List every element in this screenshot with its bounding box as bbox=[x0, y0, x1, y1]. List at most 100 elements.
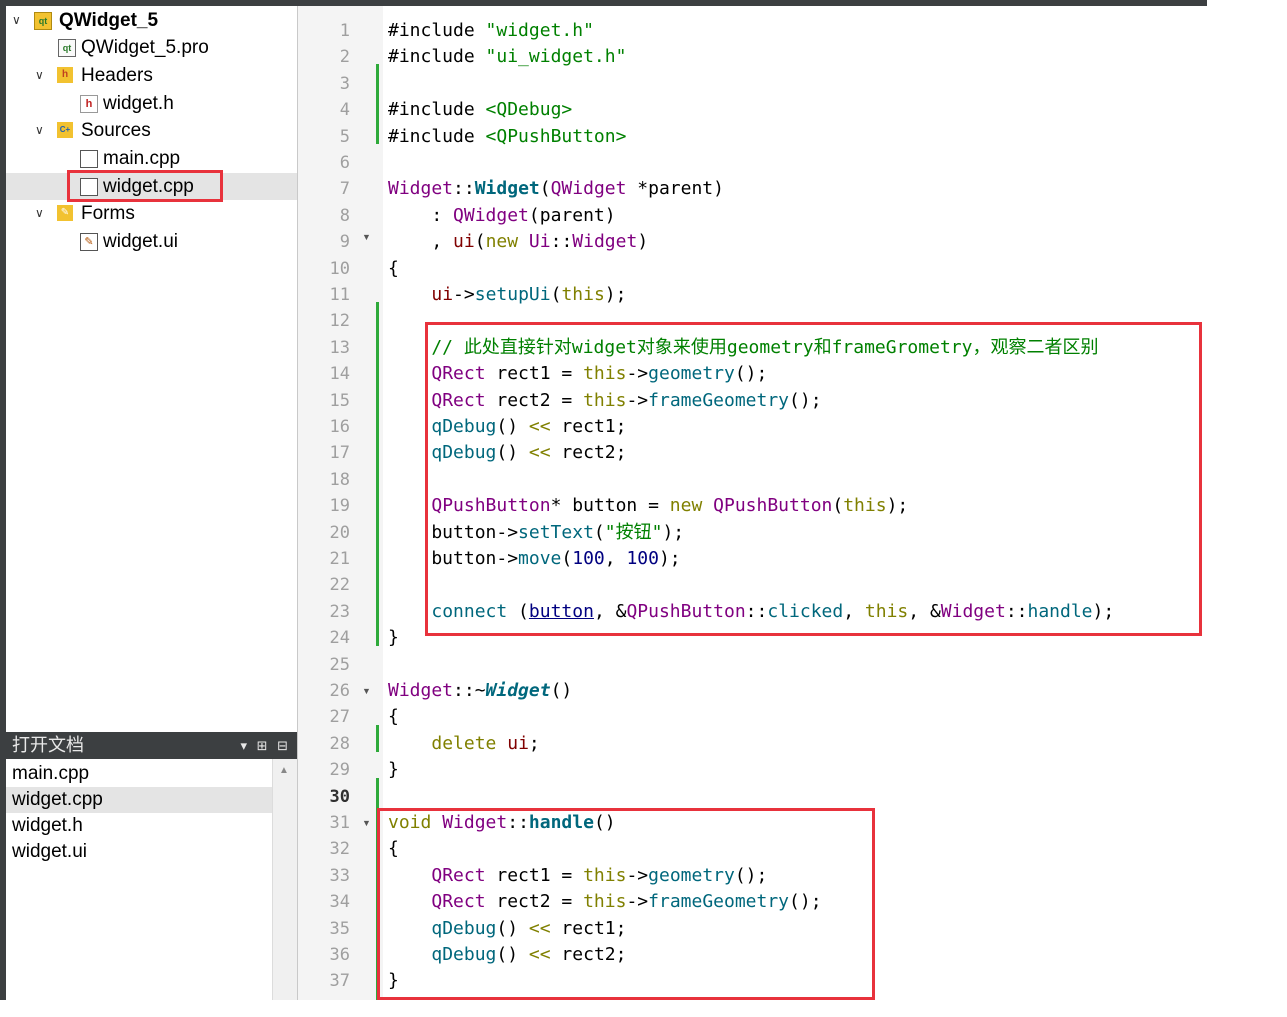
code-token: } bbox=[388, 627, 399, 649]
forms-folder-icon: ✎ bbox=[57, 205, 73, 221]
code-token: this bbox=[583, 864, 627, 886]
tree-item-widget-cpp[interactable]: widget.cpp bbox=[6, 173, 297, 200]
code-token: "按钮" bbox=[604, 521, 663, 543]
fold-arrow-icon[interactable]: ▼ bbox=[362, 818, 371, 828]
header-file-label: widget.h bbox=[103, 93, 174, 114]
tree-item-pro-file[interactable]: qt QWidget_5.pro bbox=[6, 34, 297, 61]
open-document-item[interactable]: main.cpp bbox=[6, 761, 272, 787]
modified-line-marker bbox=[376, 778, 379, 1000]
code-token: rect1; bbox=[550, 917, 627, 939]
code-token: , bbox=[604, 548, 627, 569]
code-token: #include bbox=[388, 125, 486, 147]
open-document-item[interactable]: widget.ui bbox=[6, 839, 272, 865]
code-token: connect bbox=[431, 600, 508, 622]
chevron-down-icon[interactable]: ∨ bbox=[35, 62, 44, 89]
line-number: 2 bbox=[339, 47, 350, 68]
tree-item-project[interactable]: ∨ qt QWidget_5 bbox=[6, 7, 297, 34]
code-line: QRect rect2 = this->frameGeometry(); bbox=[388, 388, 821, 414]
line-number: 17 bbox=[329, 443, 350, 464]
code-token: -> bbox=[453, 284, 475, 305]
code-token: button bbox=[528, 600, 594, 622]
line-number: 14 bbox=[329, 364, 350, 385]
code-token: rect1; bbox=[550, 416, 627, 437]
fold-arrow-icon[interactable]: ▼ bbox=[362, 686, 371, 696]
code-token: : bbox=[388, 204, 454, 226]
source-widget-label: widget.cpp bbox=[103, 176, 194, 197]
pro-file-icon: qt bbox=[58, 39, 76, 57]
code-token: qDebug bbox=[431, 442, 497, 464]
code-token: :: bbox=[507, 812, 529, 833]
code-token: ::~ bbox=[453, 680, 486, 701]
code-token: QPushButton bbox=[713, 495, 833, 517]
sources-folder-icon: C+ bbox=[57, 122, 73, 138]
code-token: QRect bbox=[431, 864, 486, 886]
line-number: 34 bbox=[329, 892, 350, 913]
code-token: () bbox=[593, 812, 616, 833]
code-token: :: bbox=[1005, 600, 1028, 622]
code-token: this bbox=[583, 363, 627, 385]
code-line: , ui(new Ui::Widget) bbox=[388, 229, 648, 255]
tree-item-forms[interactable]: ∨ ✎ Forms bbox=[6, 200, 297, 227]
chevron-down-icon[interactable]: ∨ bbox=[35, 200, 44, 227]
line-number: 30 bbox=[329, 786, 350, 807]
code-token: Widget bbox=[485, 680, 551, 701]
code-token: ( bbox=[474, 231, 486, 253]
code-token: setText bbox=[518, 521, 594, 543]
line-number-gutter: ▼ ▼ ▼ 1 2 3 4 5 6 7 8 9 10 11 12 13 14 15 16 17 18 19 20 21 2… bbox=[298, 6, 383, 1000]
code-token: (); bbox=[789, 891, 822, 913]
code-editor[interactable]: #include "widget.h" #include "ui_widget.h… bbox=[384, 6, 1207, 1000]
panel-controls[interactable]: ▾ ⊞ ⊟ bbox=[240, 732, 291, 759]
line-number: 4 bbox=[339, 100, 350, 121]
line-number: 13 bbox=[329, 337, 350, 358]
code-token: << bbox=[528, 416, 551, 437]
open-documents-title: 打开文档 bbox=[12, 735, 84, 755]
code-token: "ui_widget.h" bbox=[485, 46, 627, 68]
code-line: connect (button, &QPushButton::clicked, … bbox=[388, 599, 1114, 625]
code-token: this bbox=[843, 495, 887, 517]
tree-item-headers[interactable]: ∨ h Headers bbox=[6, 62, 297, 89]
code-line: void Widget::handle() bbox=[388, 810, 616, 836]
code-token: () bbox=[550, 680, 573, 701]
code-line: button->setText("按钮"); bbox=[388, 520, 684, 546]
open-document-item[interactable]: widget.cpp bbox=[6, 787, 272, 813]
code-token: { bbox=[388, 838, 399, 860]
code-line: qDebug() << rect2; bbox=[388, 440, 626, 466]
code-token: <QDebug> bbox=[485, 99, 573, 121]
scroll-up-arrow-icon[interactable]: ▲ bbox=[279, 765, 289, 776]
code-token: rect1 = bbox=[485, 363, 584, 385]
code-token: delete bbox=[431, 732, 497, 754]
code-token: ( bbox=[507, 600, 529, 622]
code-token: this bbox=[583, 389, 627, 411]
code-line: qDebug() << rect1; bbox=[388, 916, 626, 942]
tree-item-widget-h[interactable]: h widget.h bbox=[6, 90, 297, 117]
line-number: 22 bbox=[329, 575, 350, 596]
code-token: void bbox=[388, 812, 432, 833]
line-number: 36 bbox=[329, 945, 350, 965]
line-number: 9 bbox=[339, 232, 350, 253]
code-token: ( bbox=[539, 178, 551, 200]
code-token: Widget bbox=[572, 231, 638, 253]
code-line: QRect rect2 = this->frameGeometry(); bbox=[388, 889, 822, 915]
fold-arrow-icon[interactable]: ▼ bbox=[362, 232, 371, 242]
open-document-item[interactable]: widget.h bbox=[6, 813, 272, 839]
line-number: 28 bbox=[329, 733, 350, 754]
scrollbar[interactable]: ▲ bbox=[272, 759, 297, 1000]
tree-item-main-cpp[interactable]: main.cpp bbox=[6, 145, 297, 172]
code-line: #include "widget.h" bbox=[388, 18, 594, 44]
tree-item-widget-ui[interactable]: ✎ widget.ui bbox=[6, 228, 297, 255]
open-documents-list: main.cpp widget.cpp widget.h widget.ui ▲ bbox=[6, 759, 297, 1000]
code-token: #include bbox=[388, 99, 486, 121]
code-token: ui bbox=[453, 231, 475, 253]
chevron-down-icon[interactable]: ∨ bbox=[12, 7, 21, 34]
chevron-down-icon[interactable]: ∨ bbox=[35, 117, 44, 144]
code-token: ui bbox=[507, 732, 529, 754]
sidebar: ∨ qt QWidget_5 qt QWidget_5.pro ∨ h Head… bbox=[6, 6, 298, 1000]
tree-item-sources[interactable]: ∨ C+ Sources bbox=[6, 117, 297, 144]
code-token: QWidget bbox=[550, 178, 627, 200]
code-token: , bbox=[388, 231, 454, 253]
